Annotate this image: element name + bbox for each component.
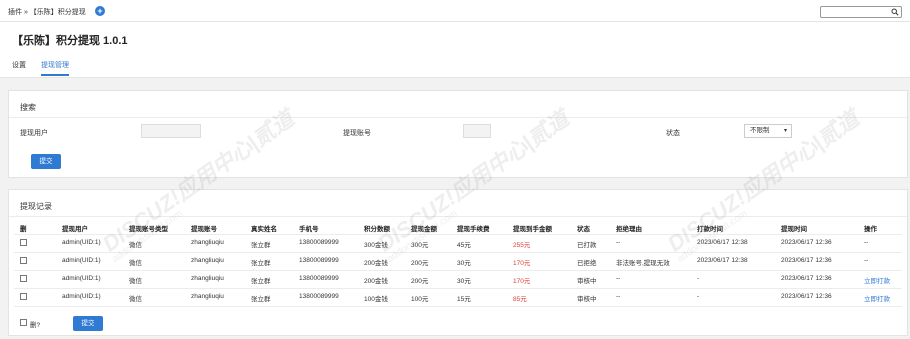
row-reason: -- xyxy=(616,293,621,300)
col-real-name: 真实姓名 xyxy=(251,226,277,233)
row-paid-time: - xyxy=(697,275,700,282)
row-delete-checkbox[interactable] xyxy=(20,257,27,264)
row-account: zhangliuqiu xyxy=(191,257,224,264)
row-type: 微信 xyxy=(129,260,142,267)
row-time: 2023/06/17 12:36 xyxy=(781,257,832,264)
search-icon[interactable] xyxy=(891,8,899,16)
top-bar: 插件 » 【乐陈】积分提现 + xyxy=(0,0,910,22)
row-amount: 100元 xyxy=(411,296,429,303)
row-time: 2023/06/17 12:36 xyxy=(781,239,832,246)
row-delete-checkbox[interactable] xyxy=(20,275,27,282)
divider xyxy=(14,252,902,253)
row-name: 张立群 xyxy=(251,296,271,303)
page-title: 【乐陈】积分提现 1.0.1 xyxy=(12,35,128,47)
col-fee: 提现手续费 xyxy=(457,226,490,233)
col-net: 提现到手金额 xyxy=(513,226,552,233)
col-action: 操作 xyxy=(864,226,877,233)
row-time: 2023/06/17 12:36 xyxy=(781,293,832,300)
divider xyxy=(14,306,902,307)
page-header: 【乐陈】积分提现 1.0.1 设置 提现管理 xyxy=(0,22,910,78)
row-net: 85元 xyxy=(513,296,527,303)
row-phone: 13800089999 xyxy=(299,257,339,264)
row-delete-checkbox[interactable] xyxy=(20,239,27,246)
status-label: 状态 xyxy=(666,130,680,137)
row-points: 200金钱 xyxy=(364,278,388,285)
row-fee: 15元 xyxy=(457,296,471,303)
select-all-label: 删? xyxy=(30,322,41,329)
row-type: 微信 xyxy=(129,296,142,303)
search-panel-title: 搜索 xyxy=(20,103,36,112)
row-points: 100金钱 xyxy=(364,296,388,303)
records-panel: 提现记录 删 提现用户 提现账号类型 提现账号 真实姓名 手机号 积分数额 提现… xyxy=(8,189,908,336)
row-fee: 30元 xyxy=(457,260,471,267)
row-net: 170元 xyxy=(513,278,531,285)
row-type: 微信 xyxy=(129,278,142,285)
col-phone: 手机号 xyxy=(299,226,319,233)
row-account: zhangliuqiu xyxy=(191,293,224,300)
row-phone: 13800089999 xyxy=(299,239,339,246)
chevron-down-icon: ▾ xyxy=(783,128,787,134)
add-icon[interactable]: + xyxy=(95,6,105,16)
tab-withdraw-management[interactable]: 提现管理 xyxy=(41,60,69,76)
row-paid-time: 2023/06/17 12:38 xyxy=(697,257,748,264)
row-amount: 200元 xyxy=(411,260,429,267)
divider xyxy=(9,117,907,118)
user-label: 提现用户 xyxy=(20,130,48,137)
account-field[interactable] xyxy=(463,124,491,138)
breadcrumb[interactable]: 插件 » 【乐陈】积分提现 xyxy=(8,7,86,17)
row-net: 255元 xyxy=(513,242,531,249)
row-amount: 200元 xyxy=(411,278,429,285)
row-phone: 13800089999 xyxy=(299,275,339,282)
col-points: 积分数额 xyxy=(364,226,390,233)
search-panel: 搜索 提现用户 提现账号 状态 不限制 ▾ 提交 xyxy=(8,90,908,178)
row-account: zhangliuqiu xyxy=(191,239,224,246)
row-name: 张立群 xyxy=(251,242,271,249)
tab-settings[interactable]: 设置 xyxy=(12,60,26,70)
row-user: admin(UID:1) xyxy=(62,257,101,264)
row-time: 2023/06/17 12:36 xyxy=(781,275,832,282)
row-net: 170元 xyxy=(513,260,531,267)
row-phone: 13800089999 xyxy=(299,293,339,300)
row-user: admin(UID:1) xyxy=(62,275,101,282)
row-account: zhangliuqiu xyxy=(191,275,224,282)
pay-now-link[interactable]: 立即打款 xyxy=(864,275,890,285)
search-input[interactable] xyxy=(820,6,902,18)
row-action: -- xyxy=(864,239,869,246)
row-action: -- xyxy=(864,257,869,264)
row-points: 200金钱 xyxy=(364,260,388,267)
records-submit-button[interactable]: 提交 xyxy=(73,316,103,331)
user-field[interactable] xyxy=(141,124,201,138)
records-panel-title: 提现记录 xyxy=(20,202,52,211)
col-user: 提现用户 xyxy=(62,226,88,233)
col-status: 状态 xyxy=(577,226,590,233)
row-name: 张立群 xyxy=(251,278,271,285)
pay-now-link[interactable]: 立即打款 xyxy=(864,293,890,303)
col-delete: 删 xyxy=(20,226,27,233)
row-points: 300金钱 xyxy=(364,242,388,249)
row-user: admin(UID:1) xyxy=(62,239,101,246)
search-submit-button[interactable]: 提交 xyxy=(31,154,61,169)
row-fee: 45元 xyxy=(457,242,471,249)
row-status: 审核中 xyxy=(577,296,597,303)
account-label: 提现账号 xyxy=(343,130,371,137)
divider xyxy=(14,288,902,289)
row-delete-checkbox[interactable] xyxy=(20,293,27,300)
row-reason: 非法账号,提现无效 xyxy=(616,260,670,267)
row-paid-time: - xyxy=(697,293,700,300)
col-time: 提现时间 xyxy=(781,226,807,233)
status-select[interactable]: 不限制 ▾ xyxy=(744,124,792,138)
row-status: 审核中 xyxy=(577,278,597,285)
select-all-checkbox[interactable] xyxy=(20,319,27,326)
divider xyxy=(14,270,902,271)
row-name: 张立群 xyxy=(251,260,271,267)
row-user: admin(UID:1) xyxy=(62,293,101,300)
row-status: 已打款 xyxy=(577,242,597,249)
col-account: 提现账号 xyxy=(191,226,217,233)
row-reason: -- xyxy=(616,239,621,246)
row-status: 已拒绝 xyxy=(577,260,597,267)
row-reason: -- xyxy=(616,275,621,282)
row-fee: 30元 xyxy=(457,278,471,285)
col-reason: 拒绝理由 xyxy=(616,226,642,233)
status-select-value: 不限制 xyxy=(750,127,770,134)
